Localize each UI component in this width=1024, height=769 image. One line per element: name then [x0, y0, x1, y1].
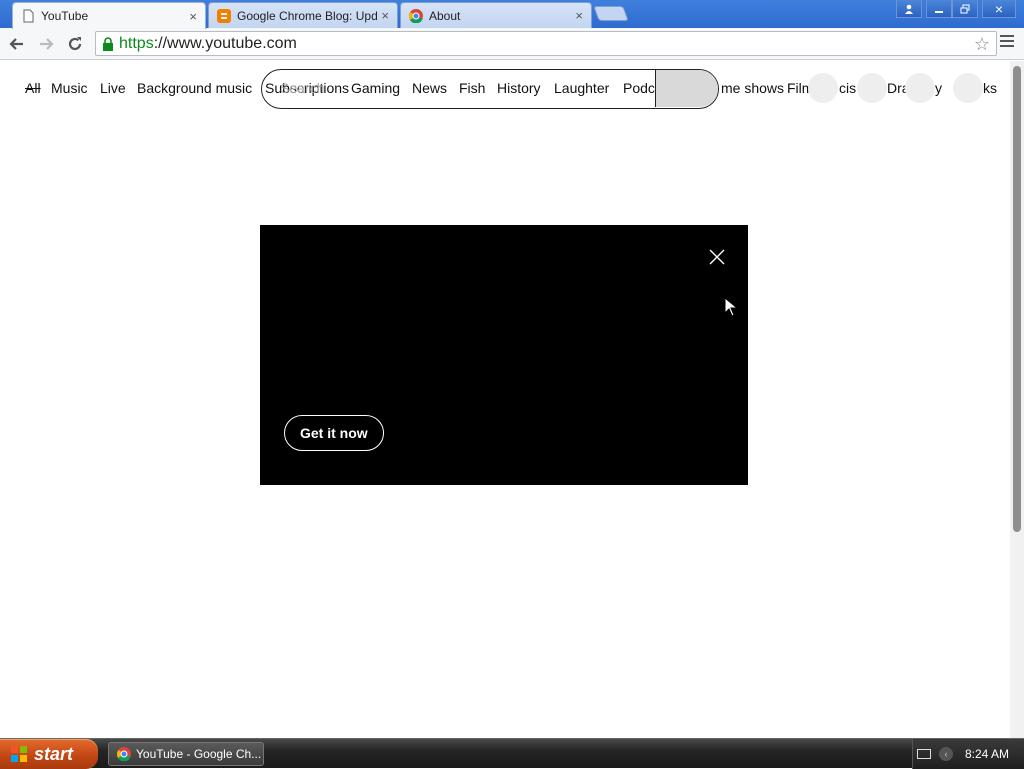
forward-button[interactable] [35, 33, 57, 55]
chrome-icon [409, 8, 423, 23]
get-it-now-button[interactable]: Get it now [284, 415, 384, 451]
lock-icon [103, 36, 113, 51]
person-icon [905, 4, 913, 14]
browser-toolbar: https://www.youtube.com ☆ [0, 28, 1024, 60]
chrome-icon [117, 747, 131, 761]
profile-button[interactable] [896, 0, 922, 18]
close-icon: × [994, 0, 1004, 17]
minimize-button[interactable] [926, 0, 952, 18]
minimize-icon [935, 10, 943, 13]
start-button[interactable]: start [0, 739, 98, 769]
tab-strip: YouTube × Google Chrome Blog: Update × A… [0, 0, 1024, 29]
url-host: ://www.youtube.com [153, 34, 297, 52]
search-button[interactable] [655, 70, 718, 107]
start-label: start [34, 743, 74, 764]
forward-arrow-icon [40, 38, 54, 50]
back-arrow-icon [9, 38, 23, 50]
keyboard-icon[interactable] [917, 749, 931, 759]
new-tab-button[interactable] [593, 6, 629, 21]
tab-youtube[interactable]: YouTube × [12, 2, 206, 29]
chip-books[interactable]: ks [983, 80, 997, 96]
reload-button[interactable] [64, 33, 86, 55]
tab-title: Google Chrome Blog: Update [237, 8, 378, 23]
chip-comedy[interactable]: y [935, 80, 942, 96]
tab-close-icon[interactable]: × [381, 8, 389, 23]
tab-about[interactable]: About × [400, 2, 592, 28]
url-text: https://www.youtube.com [119, 35, 297, 53]
system-tray: ‹ 8:24 AM [912, 739, 1024, 769]
search-placeholder: Search [280, 80, 325, 96]
close-icon[interactable] [706, 246, 728, 268]
bookmark-star-icon[interactable]: ☆ [974, 34, 990, 55]
clock: 8:24 AM [965, 747, 1010, 761]
page-icon [23, 9, 34, 23]
taskbar-item-chrome[interactable]: YouTube - Google Ch... [108, 742, 264, 766]
address-bar[interactable]: https://www.youtube.com ☆ [95, 31, 997, 56]
chrome-menu-button[interactable] [1000, 35, 1014, 49]
chip-music[interactable]: Music [51, 80, 88, 96]
back-button[interactable] [6, 33, 28, 55]
chip-background-music[interactable]: Background music [137, 80, 252, 96]
chip-live[interactable]: Live [100, 80, 126, 96]
tab-close-icon[interactable]: × [189, 9, 197, 24]
reload-icon [68, 37, 82, 51]
placeholder-circle [857, 73, 887, 103]
tray-expand-icon[interactable]: ‹ [939, 747, 953, 761]
url-scheme: https [119, 34, 154, 52]
mouse-cursor-icon [724, 297, 738, 317]
placeholder-circle [953, 73, 983, 103]
windows-flag-icon [11, 746, 27, 762]
restore-button[interactable] [952, 0, 978, 18]
chip-all[interactable]: All [25, 80, 41, 96]
scrollbar-thumb[interactable] [1013, 66, 1021, 532]
chip-musicals[interactable]: cis [839, 80, 856, 96]
tab-close-icon[interactable]: × [575, 8, 583, 23]
promo-dialog: Get it now [260, 225, 748, 485]
page-scrollbar[interactable] [1010, 61, 1024, 738]
tab-title: YouTube [41, 9, 89, 23]
tab-title: About [429, 8, 461, 23]
windows-taskbar: start YouTube - Google Ch... ‹ 8:24 AM [0, 738, 1024, 769]
tab-chrome-blog[interactable]: Google Chrome Blog: Update × [208, 2, 398, 28]
restore-icon [960, 4, 970, 13]
blogger-icon [217, 8, 231, 23]
chip-game-shows[interactable]: me shows [721, 80, 784, 96]
search-box[interactable]: Search [261, 69, 719, 109]
taskbar-item-label: YouTube - Google Ch... [136, 747, 262, 761]
youtube-page: All Music Live Background music Subscrip… [0, 61, 1010, 738]
placeholder-circle [808, 73, 838, 103]
placeholder-circle [905, 73, 935, 103]
close-window-button[interactable]: × [982, 0, 1016, 18]
